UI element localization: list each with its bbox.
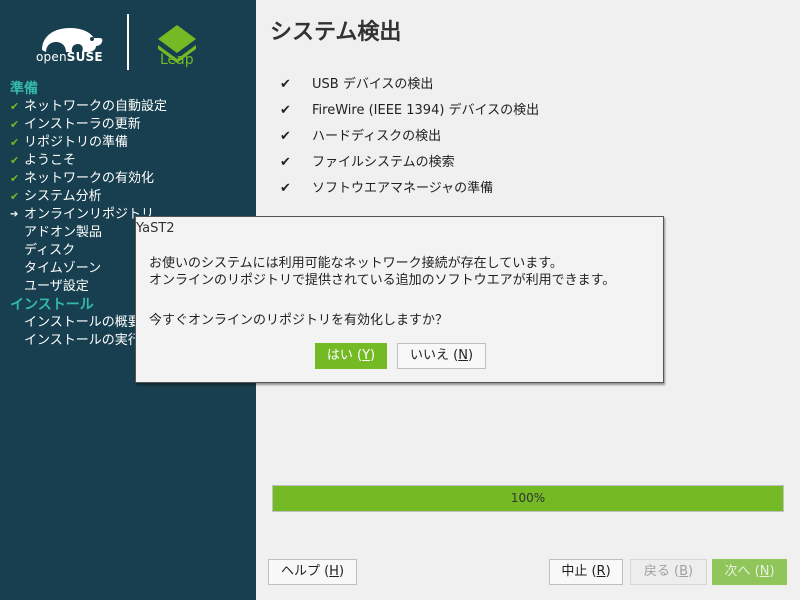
back-button[interactable]: 戻る (B) [630, 559, 707, 585]
abort-button[interactable]: 中止 (R) [549, 559, 623, 585]
check-icon: ✔ [280, 77, 291, 92]
section-preparation: 準備 [10, 81, 38, 97]
step-installer-update: ✔ インストーラの更新 [10, 117, 141, 132]
step-network-enable: ✔ ネットワークの有効化 [10, 171, 155, 186]
step-welcome: ✔ ようこそ [10, 153, 77, 168]
page-title: システム検出 [270, 20, 402, 45]
list-item: ✔ ソフトウエアマネージャの準備 [280, 178, 539, 204]
progress-label: 100% [510, 491, 546, 505]
opensuse-wordmark: openSUSE [36, 50, 103, 64]
list-item: ✔ ハードディスクの検出 [280, 126, 539, 152]
yes-button[interactable]: はい (Y) [315, 343, 387, 369]
leap-wordmark: Leap [160, 52, 194, 68]
dialog-title: YaST2 [136, 221, 175, 236]
logo-divider [127, 14, 129, 70]
check-icon: ✔ [10, 154, 20, 167]
arrow-right-icon: ➔ [10, 209, 19, 220]
check-icon: ✔ [10, 118, 20, 131]
step-repo-prep: ✔ リポジトリの準備 [10, 135, 129, 150]
list-item: ✔ FireWire (IEEE 1394) デバイスの検出 [280, 100, 539, 126]
list-item: ✔ ファイルシステムの検索 [280, 152, 539, 178]
check-icon: ✔ [280, 129, 291, 144]
help-button[interactable]: ヘルプ (H) [268, 559, 357, 585]
check-icon: ✔ [280, 155, 291, 170]
check-icon: ✔ [280, 181, 291, 196]
no-button[interactable]: いいえ (N) [397, 343, 486, 369]
step-system-analysis: ✔ システム分析 [10, 189, 102, 204]
check-icon: ✔ [10, 190, 20, 203]
logo-area: openSUSE Leap [0, 0, 256, 80]
check-icon: ✔ [10, 172, 20, 185]
step-network-autoconfig: ✔ ネットワークの自動設定 [10, 99, 168, 114]
next-button[interactable]: 次へ (N) [712, 559, 787, 585]
dialog-message: お使いのシステムには利用可能なネットワーク接続が存在しています。 オンラインのリ… [149, 256, 616, 288]
online-repo-dialog: YaST2 お使いのシステムには利用可能なネットワーク接続が存在しています。 オ… [135, 216, 664, 383]
list-item: ✔ USB デバイスの検出 [280, 74, 539, 100]
check-icon: ✔ [280, 103, 291, 118]
progress-bar: 100% [272, 485, 784, 512]
detection-checklist: ✔ USB デバイスの検出 ✔ FireWire (IEEE 1394) デバイスの… [280, 74, 539, 204]
dialog-question: 今すぐオンラインのリポジトリを有効化しますか？ [149, 313, 449, 328]
check-icon: ✔ [10, 136, 20, 149]
check-icon: ✔ [10, 100, 20, 113]
